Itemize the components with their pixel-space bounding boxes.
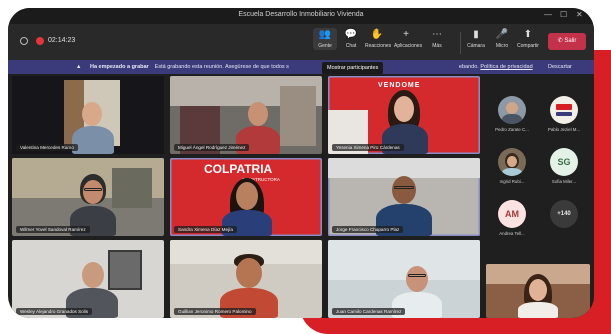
video-tile[interactable]: Juan Camilo Cardenas Ramírez [328, 240, 480, 318]
meeting-toolbar: 02:14:23 👥 Gente 💬 Chat ✋ Reacciones + A… [8, 24, 594, 60]
camera-icon: ▮ [473, 29, 479, 40]
chat-icon: 💬 [344, 29, 358, 40]
participant-avatar[interactable]: Pablo Jeziel M... [538, 96, 590, 132]
recording-icon [36, 37, 44, 45]
participant-name: Yesenia Ximena Piro Cárdenas [332, 144, 404, 151]
people-icon: 👥 [318, 29, 332, 40]
mic-button[interactable]: 🎤 Micro [490, 28, 514, 50]
participant-avatar[interactable]: SG Sofia Miler... [538, 148, 590, 184]
participant-name: Guillian Jeronimo Romero Palomino [174, 308, 256, 315]
reactions-icon: ✋ [370, 29, 384, 40]
recording-banner: ▲ Ha empezado a grabar Está grabando esta… [8, 60, 594, 74]
video-grid: Valentina Mercedes Ramo Miguel Ángel Rod… [12, 76, 482, 318]
apps-button[interactable]: + Aplicaciones [394, 28, 422, 50]
participant-name: Wesley Alejandro Granados Solis [16, 308, 93, 315]
title-bar: Escuela Desarrollo Inmobiliario Vivienda… [8, 8, 594, 24]
people-button[interactable]: 👥 Gente [313, 28, 337, 50]
video-tile[interactable]: VENDOME Yesenia Ximena Piro Cárdenas [328, 76, 480, 154]
close-icon[interactable]: ✕ [576, 10, 583, 19]
recording-message: Ha empezado a grabar Está grabando esta r… [90, 64, 533, 70]
video-tile[interactable]: COLPATRIA CONSTRUCTORA Sandra Ximena Día… [170, 158, 322, 236]
chat-button[interactable]: 💬 Chat [339, 28, 363, 50]
colpatria-logo: COLPATRIA [204, 162, 273, 176]
privacy-policy-link[interactable]: Política de privacidad [480, 64, 532, 70]
participant-name: Juan Camilo Cardenas Ramírez [332, 308, 406, 315]
participant-name: Miguel Ángel Rodríguez Jiménez [174, 144, 250, 151]
window-title: Escuela Desarrollo Inmobiliario Vivienda [238, 11, 364, 18]
share-button[interactable]: ⬆ Compartir [516, 28, 540, 50]
show-participants-tooltip: Mostrar participantes [322, 62, 384, 74]
maximize-icon[interactable]: ☐ [560, 10, 567, 19]
leave-button[interactable]: ✆ Salir [548, 33, 586, 50]
video-tile[interactable]: Jorge Francisco Chaparro Plaz [328, 158, 480, 236]
camera-button[interactable]: ▮ Cámara [464, 28, 488, 50]
vendome-logo: VENDOME [378, 82, 421, 89]
reactions-button[interactable]: ✋ Reacciones [365, 28, 391, 50]
toolbar-divider [460, 32, 461, 54]
more-participants-button[interactable]: +140 [538, 200, 590, 228]
video-tile[interactable]: Valentina Mercedes Ramo [12, 76, 164, 154]
meeting-timer: 02:14:23 [48, 37, 76, 44]
participants-sidebar: Pedro Zarate C... Pablo Jeziel M... Ingr… [482, 76, 594, 318]
participant-name: Jorge Francisco Chaparro Plaz [332, 226, 404, 233]
video-tile[interactable]: Wesley Alejandro Granados Solis [12, 240, 164, 318]
participant-name: Sandra Ximena Díaz Mejía [174, 226, 237, 233]
video-tile[interactable]: Miguel Ángel Rodríguez Jiménez [170, 76, 322, 154]
dismiss-button[interactable]: Descartar [548, 60, 572, 74]
warning-icon: ▲ [76, 64, 82, 70]
participant-name: Valentina Mercedes Ramo [16, 144, 78, 151]
shield-icon[interactable] [20, 37, 28, 45]
share-icon: ⬆ [523, 29, 533, 40]
more-button[interactable]: ⋯ Más [425, 28, 449, 50]
participant-avatar[interactable]: Ingrid Rubi... [486, 148, 538, 184]
participant-avatar[interactable]: AM Andrea Tell... [486, 200, 538, 236]
self-view-tile[interactable] [486, 264, 590, 318]
more-icon: ⋯ [432, 29, 442, 40]
teams-window: Escuela Desarrollo Inmobiliario Vivienda… [8, 8, 594, 318]
participant-avatar[interactable]: Pedro Zarate C... [486, 96, 538, 132]
video-tile[interactable]: Wilmer Yovel Sandoval Ramírez [12, 158, 164, 236]
minimize-icon[interactable]: — [544, 10, 552, 19]
video-tile[interactable]: Guillian Jeronimo Romero Palomino [170, 240, 322, 318]
apps-icon: + [403, 29, 409, 40]
participant-name: Wilmer Yovel Sandoval Ramírez [16, 226, 90, 233]
mic-icon: 🎤 [495, 29, 509, 40]
